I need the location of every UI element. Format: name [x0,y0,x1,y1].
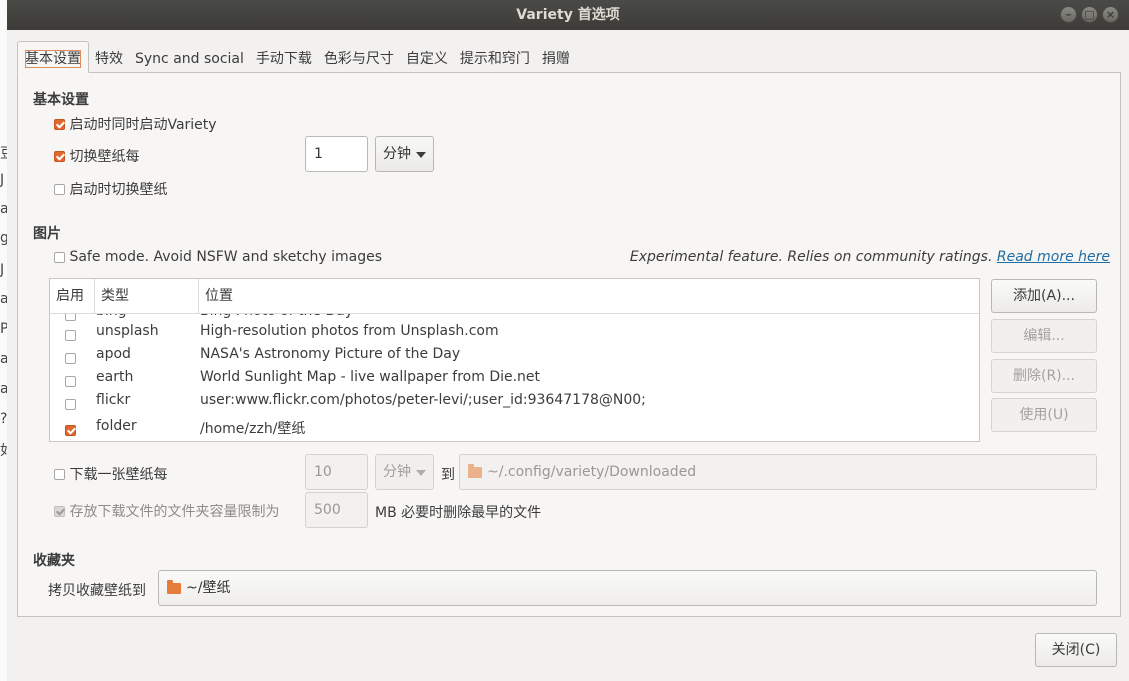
download-every-option[interactable]: 下载一张壁纸每 [54,464,167,484]
start-at-login-checkbox[interactable] [54,118,65,130]
row-location: user:www.flickr.com/photos/peter-levi/;u… [200,392,646,408]
row-enabled-checkbox[interactable] [65,398,76,410]
bg-char: J [0,262,5,278]
chevron-down-icon [416,470,426,476]
download-limit-label: 存放下载文件的文件夹容量限制为 [69,504,280,520]
title-bar[interactable]: Variety 首选项 – □ × [7,0,1129,30]
tab-panel: 基本设置 启动时同时启动Variety 切换壁纸每 1 分钟 启动时切换壁纸 图… [17,72,1121,617]
start-at-login-label: 启动时同时启动Variety [69,117,217,133]
change-every-option[interactable]: 切换壁纸每 [54,146,139,166]
copy-favorites-label: 拷贝收藏壁纸到 [48,583,146,599]
change-interval-input[interactable]: 1 [305,136,368,172]
table-row[interactable]: flickr user:www.flickr.com/photos/peter-… [50,390,979,413]
download-limit-checkbox[interactable] [54,505,65,517]
section-basic-title: 基本设置 [33,92,89,108]
safe-mode-option[interactable]: Safe mode. Avoid NSFW and sketchy images [54,249,382,265]
section-favorites-title: 收藏夹 [33,553,75,569]
tab-basic-settings[interactable]: 基本设置 [17,41,89,73]
tab-effects[interactable]: 特效 [89,41,129,73]
tab-donate[interactable]: 捐赠 [536,41,576,73]
row-enabled-checkbox[interactable] [65,329,76,341]
table-header: 启用 类型 位置 [50,279,979,314]
remove-source-button[interactable]: 删除(R)... [991,359,1097,393]
change-interval-unit-select[interactable]: 分钟 [375,136,434,172]
use-source-button[interactable]: 使用(U) [991,398,1097,432]
row-type: flickr [96,392,131,408]
minimize-icon[interactable]: – [1060,6,1077,23]
close-window-icon[interactable]: × [1102,6,1119,23]
change-on-start-option[interactable]: 启动时切换壁纸 [54,179,167,199]
safe-mode-checkbox[interactable] [54,251,65,263]
row-type: folder [96,418,137,434]
read-more-link[interactable]: Read more here [997,249,1110,265]
download-limit-option[interactable]: 存放下载文件的文件夹容量限制为 [54,501,279,521]
row-type: apod [96,346,131,362]
row-enabled-checkbox[interactable] [65,375,76,387]
favorites-folder-chooser[interactable]: ~/壁纸 [158,570,1097,606]
folder-icon [468,463,482,478]
row-location: World Sunlight Map - live wallpaper from… [200,369,541,385]
tab-tips[interactable]: 提示和窍门 [454,41,536,73]
column-header-enabled[interactable]: 启用 [50,279,94,313]
download-interval-unit-select[interactable]: 分钟 [375,454,434,490]
chevron-down-icon [416,152,426,158]
section-images-title: 图片 [33,226,61,242]
change-every-checkbox[interactable] [54,150,65,162]
maximize-icon[interactable]: □ [1081,6,1098,23]
row-location: High-resolution photos from Unsplash.com [200,323,499,339]
download-limit-input[interactable]: 500 [305,492,368,528]
row-location: NASA's Astronomy Picture of the Day [200,346,461,362]
favorites-folder-path: ~/壁纸 [186,580,231,596]
window-controls: – □ × [1060,6,1119,23]
download-every-checkbox[interactable] [54,468,65,480]
row-enabled-checkbox[interactable] [65,352,76,364]
table-row[interactable]: apod NASA's Astronomy Picture of the Day [50,344,979,367]
close-button[interactable]: 关闭(C) [1035,633,1117,667]
folder-icon [167,579,181,594]
table-row[interactable]: earth World Sunlight Map - live wallpape… [50,367,979,390]
download-limit-suffix: MB 必要时删除最早的文件 [375,505,542,521]
row-type: unsplash [96,323,159,339]
change-on-start-checkbox[interactable] [54,183,65,195]
experimental-text: Experimental feature. Relies on communit… [629,249,993,265]
table-row[interactable]: folder /home/zzh/壁纸 [50,416,979,439]
tab-custom[interactable]: 自定义 [400,41,454,73]
change-every-label: 切换壁纸每 [69,149,140,165]
sources-table: 启用 类型 位置 bing Bing Photo of the Day unsp… [49,278,980,442]
download-folder-path: ~/.config/variety/Downloaded [487,464,697,480]
start-at-login-option[interactable]: 启动时同时启动Variety [54,114,217,134]
tab-manual-download[interactable]: 手动下载 [250,41,318,73]
row-enabled-checkbox[interactable] [65,424,76,436]
edit-source-button[interactable]: 编辑... [991,319,1097,353]
window-title: Variety 首选项 [516,7,620,23]
column-header-type[interactable]: 类型 [94,279,198,313]
column-header-location[interactable]: 位置 [198,279,979,313]
experimental-note: Experimental feature. Relies on communit… [630,249,1110,265]
change-unit-label: 分钟 [383,146,411,162]
bg-char: J [0,172,5,188]
tab-sync-social[interactable]: Sync and social [129,41,250,73]
preferences-window: Variety 首选项 – □ × 基本设置 特效 Sync and socia… [7,0,1129,681]
tab-bar: 基本设置 特效 Sync and social 手动下载 色彩与尺寸 自定义 提… [17,41,576,73]
download-folder-chooser[interactable]: ~/.config/variety/Downloaded [459,454,1097,490]
change-on-start-label: 启动时切换壁纸 [69,182,168,198]
row-location: /home/zzh/壁纸 [200,421,306,437]
download-unit-label: 分钟 [383,464,411,480]
download-to-label: 到 [441,467,455,483]
table-row[interactable]: unsplash High-resolution photos from Uns… [50,321,979,344]
safe-mode-label: Safe mode. Avoid NSFW and sketchy images [69,249,383,265]
download-every-label: 下载一张壁纸每 [69,467,168,483]
tab-color-size[interactable]: 色彩与尺寸 [318,41,400,73]
row-type: earth [96,369,134,385]
download-interval-input[interactable]: 10 [305,454,368,490]
add-source-button[interactable]: 添加(A)... [991,279,1097,313]
